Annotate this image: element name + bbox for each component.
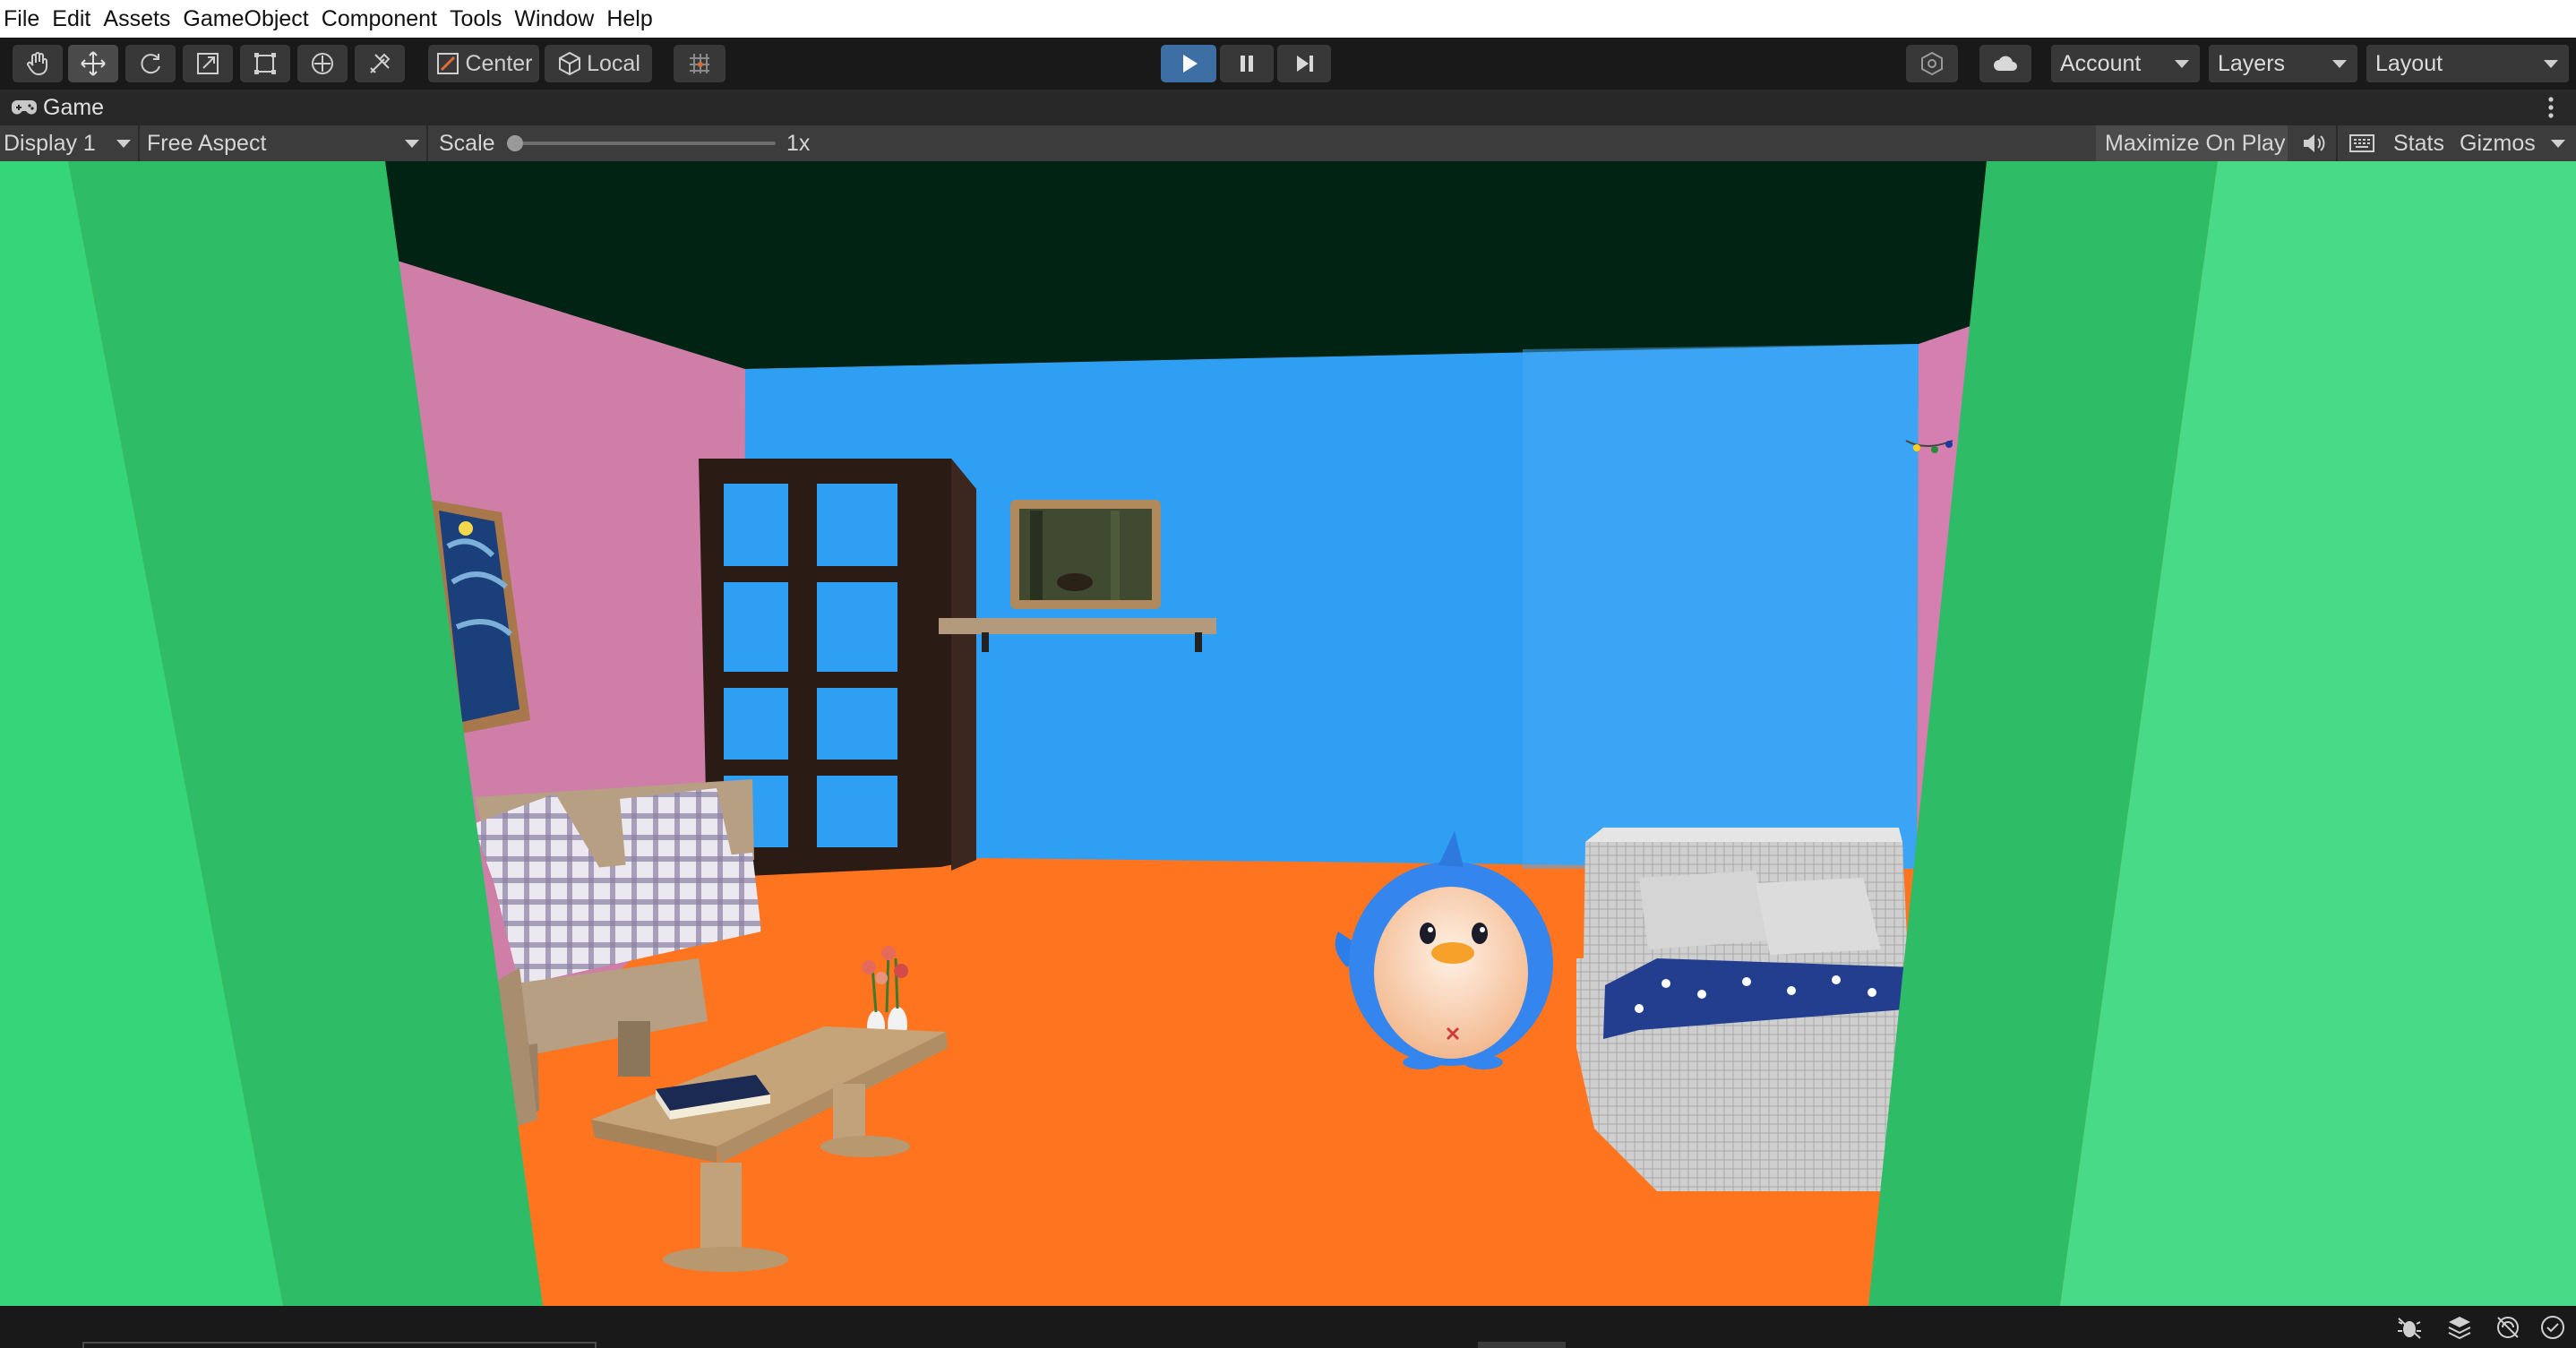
chevron-down-icon[interactable]	[2551, 140, 2565, 148]
custom-tool-button[interactable]	[355, 45, 405, 82]
grid-snap-icon	[690, 54, 709, 73]
game-scene	[0, 161, 2576, 1306]
gizmos-button[interactable]: Gizmos	[2460, 125, 2536, 161]
menu-bar: File Edit Assets GameObject Component To…	[0, 0, 2576, 38]
scale-label: Scale	[439, 131, 495, 156]
scale-value: 1x	[786, 131, 811, 156]
debug-icon[interactable]	[2395, 1313, 2424, 1342]
tab-game-label: Game	[43, 94, 105, 120]
cloud-icon	[1994, 56, 2017, 71]
scale-tool-button[interactable]	[183, 45, 233, 82]
cloud-button[interactable]	[1979, 45, 2031, 82]
scroll-handle[interactable]	[1478, 1342, 1566, 1348]
pivot-center-icon	[437, 53, 459, 74]
grid-snap-button[interactable]	[674, 45, 726, 82]
more-options-icon[interactable]	[2542, 93, 2560, 122]
move-tool-button[interactable]	[68, 45, 118, 82]
chevron-down-icon	[405, 140, 419, 148]
menu-window[interactable]: Window	[508, 0, 600, 38]
local-cube-icon	[559, 51, 581, 76]
display-dropdown-label[interactable]: Display 1	[4, 125, 96, 161]
menu-tools[interactable]: Tools	[443, 0, 508, 38]
hand-tool-icon	[27, 52, 47, 76]
play-icon	[1183, 55, 1198, 73]
hand-tool-button[interactable]	[13, 45, 63, 82]
tab-game[interactable]: Game	[0, 90, 104, 125]
account-dropdown[interactable]: Account	[2051, 45, 2200, 82]
rotate-tool-button[interactable]	[125, 45, 176, 82]
divider	[138, 125, 140, 161]
account-label: Account	[2060, 50, 2142, 76]
menu-help[interactable]: Help	[600, 0, 658, 38]
rotate-tool-icon	[141, 54, 160, 74]
divider	[2336, 125, 2338, 161]
mute-audio-icon[interactable]	[2300, 131, 2327, 156]
menu-component[interactable]: Component	[315, 0, 443, 38]
pause-icon	[1241, 56, 1253, 72]
rect-tool-icon	[254, 53, 276, 74]
divider	[426, 125, 428, 161]
check-circle-icon[interactable]	[2538, 1313, 2567, 1342]
collab-icon	[1921, 51, 1943, 76]
collab-button[interactable]	[1906, 45, 1958, 82]
chevron-down-icon	[116, 140, 131, 148]
scale-slider-track[interactable]	[511, 142, 776, 145]
bed	[1576, 828, 1917, 1191]
back-wall-highlight	[1523, 344, 1919, 869]
layers-dropdown[interactable]: Layers	[2209, 45, 2357, 82]
step-button[interactable]	[1277, 45, 1331, 82]
menu-file[interactable]: File	[0, 0, 46, 38]
scale-tool-icon	[197, 53, 219, 74]
menu-gameobject[interactable]: GameObject	[176, 0, 314, 38]
play-button[interactable]	[1161, 45, 1216, 82]
chevron-down-icon	[2544, 60, 2558, 68]
pivot-center-toggle[interactable]: Center	[428, 45, 539, 82]
aspect-dropdown-label[interactable]: Free Aspect	[147, 125, 266, 161]
transform-tool-button[interactable]	[297, 45, 348, 82]
pivot-local-label: Local	[587, 50, 640, 76]
transform-tool-icon	[312, 53, 333, 74]
layers-label: Layers	[2218, 50, 2286, 76]
stats-button[interactable]: Stats	[2393, 125, 2444, 161]
game-viewport[interactable]	[0, 161, 2576, 1306]
menu-assets[interactable]: Assets	[97, 0, 176, 38]
keyboard-icon[interactable]	[2348, 131, 2375, 156]
pivot-center-label: Center	[465, 50, 533, 76]
custom-tool-icon	[370, 53, 391, 73]
pivot-local-toggle[interactable]: Local	[545, 45, 652, 82]
step-icon	[1297, 56, 1313, 72]
progress-area	[82, 1342, 597, 1348]
forest-bears-painting	[1010, 500, 1161, 609]
main-toolbar: Center Local Account Layers Layout	[0, 38, 2576, 90]
rect-tool-button[interactable]	[240, 45, 290, 82]
tab-bar	[0, 90, 2576, 125]
chevron-down-icon	[2332, 60, 2347, 68]
pause-button[interactable]	[1220, 45, 1274, 82]
layout-label: Layout	[2375, 50, 2443, 76]
scale-slider-thumb[interactable]	[507, 135, 523, 151]
layout-dropdown[interactable]: Layout	[2366, 45, 2569, 82]
layers-status-icon[interactable]	[2445, 1313, 2474, 1342]
move-tool-icon	[81, 51, 106, 76]
maximize-on-play-label: Maximize On Play	[2105, 131, 2286, 156]
menu-edit[interactable]: Edit	[46, 0, 97, 38]
gamepad-icon	[12, 100, 37, 115]
chevron-down-icon	[2175, 60, 2189, 68]
network-status-icon[interactable]	[2494, 1313, 2522, 1342]
